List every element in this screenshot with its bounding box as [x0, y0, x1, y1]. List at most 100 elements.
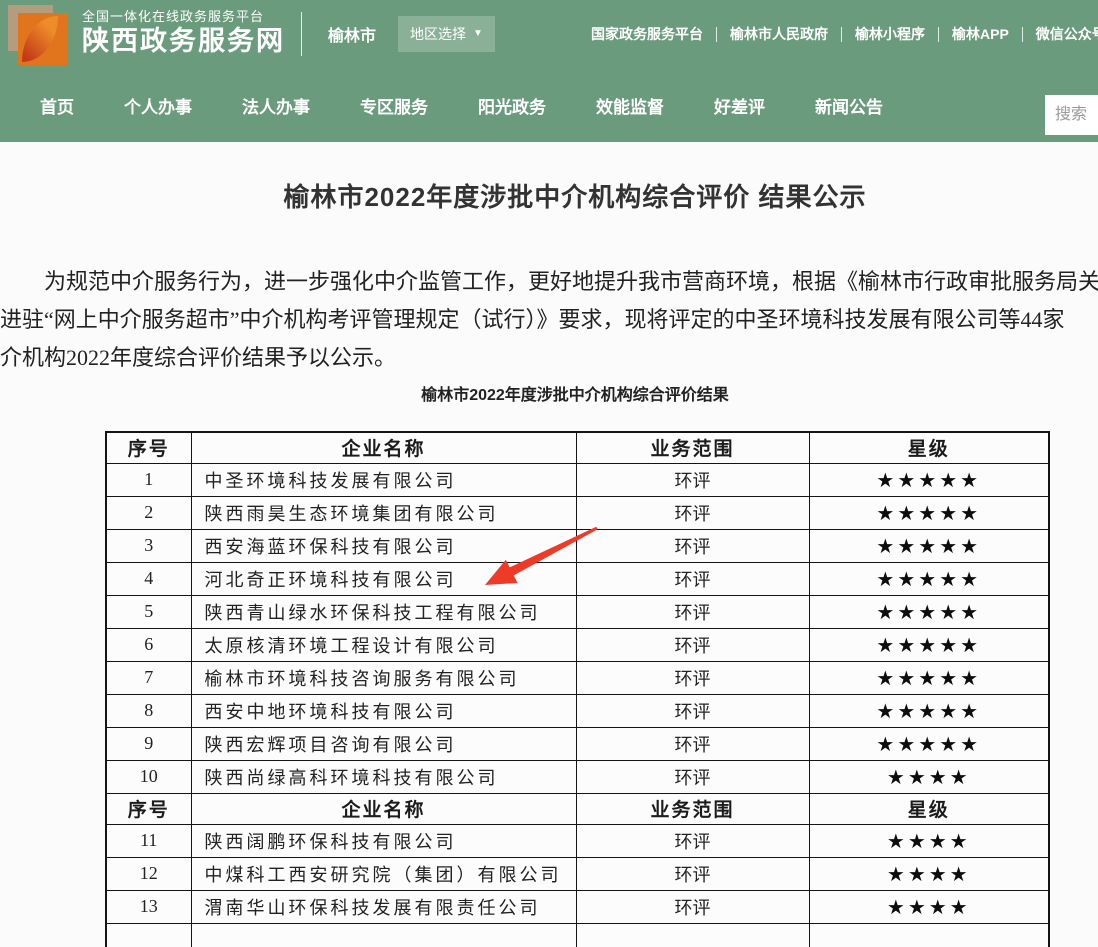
table-row: 10陕西尚绿高科环境科技有限公司环评★★★★ [106, 760, 1049, 793]
star-rating-cell: ★★★★★ [809, 661, 1049, 694]
company-name-cell: 榆林市环境科技咨询服务有限公司 [191, 661, 576, 694]
site-logo-icon [8, 3, 68, 65]
star-rating-cell: ★★★★★ [809, 727, 1049, 760]
star-rating-cell: ★★★★★ [809, 595, 1049, 628]
nav-item-好差评[interactable]: 好差评 [714, 93, 765, 118]
nav-item-阳光政务[interactable]: 阳光政务 [478, 93, 546, 118]
company-name-cell: 陕西宏辉项目咨询有限公司 [191, 727, 576, 760]
business-scope-cell: 环评 [576, 760, 809, 793]
table-header-row: 序号企业名称业务范围星级 [106, 793, 1049, 824]
row-number-cell: 11 [106, 824, 191, 857]
region-select-button[interactable]: 地区选择 ▼ [398, 16, 495, 52]
table-row: 3西安海蓝环保科技有限公司环评★★★★★ [106, 529, 1049, 562]
business-scope-cell: 环评 [576, 463, 809, 496]
announcement-paragraph: 为规范中介服务行为，进一步强化中介监管工作，更好地提升我市营商环境，根据《榆林市… [0, 263, 1098, 377]
row-number-cell: 2 [106, 496, 191, 529]
table-row: 6太原核清环境工程设计有限公司环评★★★★★ [106, 628, 1049, 661]
row-number-cell: 9 [106, 727, 191, 760]
evaluation-results-table: 序号企业名称业务范围星级1中圣环境科技发展有限公司环评★★★★★2陕西雨昊生态环… [105, 431, 1050, 947]
region-select-label: 地区选择 [410, 24, 466, 44]
page-title: 榆林市2022年度涉批中介机构综合评价 结果公示 [0, 183, 1098, 212]
browser-viewport: 全国一体化在线政务服务平台 陕西政务服务网 榆林市 地区选择 ▼ 国家政务服务平… [0, 0, 1098, 947]
brand-divider [301, 12, 302, 56]
column-header: 星级 [809, 793, 1049, 824]
paragraph-line: 为规范中介服务行为，进一步强化中介监管工作，更好地提升我市营商环境，根据《榆林市… [0, 263, 1098, 301]
column-header: 序号 [106, 793, 191, 824]
search-input[interactable] [1045, 95, 1098, 135]
star-rating-cell: ★★★★★ [809, 529, 1049, 562]
header-quick-links: 国家政务服务平台榆林市人民政府榆林小程序榆林APP微信公众号注册 [578, 0, 1098, 68]
table-row: 11陕西阔鹏环保科技有限公司环评★★★★ [106, 824, 1049, 857]
business-scope-cell: 环评 [576, 694, 809, 727]
business-scope-cell: 环评 [576, 562, 809, 595]
business-scope-cell: 环评 [576, 857, 809, 890]
column-header: 企业名称 [191, 793, 576, 824]
nav-item-效能监督[interactable]: 效能监督 [596, 93, 664, 118]
star-rating-cell: ★★★★ [809, 857, 1049, 890]
business-scope-cell: 环评 [576, 595, 809, 628]
company-name-cell: 河北奇正环境科技有限公司 [191, 562, 576, 595]
star-rating-cell: ★★★★ [809, 760, 1049, 793]
business-scope-cell: 环评 [576, 529, 809, 562]
chevron-down-icon: ▼ [473, 29, 483, 39]
empty-cell [809, 923, 1049, 947]
table-row: 4河北奇正环境科技有限公司环评★★★★★ [106, 562, 1049, 595]
column-header: 业务范围 [576, 793, 809, 824]
row-number-cell: 3 [106, 529, 191, 562]
header-link[interactable]: 榆林小程序 [842, 24, 938, 44]
row-number-cell: 8 [106, 694, 191, 727]
table-row: 13渭南华山环保科技发展有限责任公司环评★★★★ [106, 890, 1049, 923]
table-header-row: 序号企业名称业务范围星级 [106, 432, 1049, 463]
row-number-cell: 6 [106, 628, 191, 661]
row-number-cell: 12 [106, 857, 191, 890]
nav-item-专区服务[interactable]: 专区服务 [360, 93, 428, 118]
empty-cell [576, 923, 809, 947]
business-scope-cell: 环评 [576, 661, 809, 694]
company-name-cell: 陕西雨昊生态环境集团有限公司 [191, 496, 576, 529]
empty-cell [191, 923, 576, 947]
business-scope-cell: 环评 [576, 824, 809, 857]
star-rating-cell: ★★★★★ [809, 562, 1049, 595]
business-scope-cell: 环评 [576, 496, 809, 529]
site-name: 陕西政务服务网 [82, 25, 285, 59]
star-rating-cell: ★★★★★ [809, 463, 1049, 496]
row-number-cell: 5 [106, 595, 191, 628]
row-number-cell: 1 [106, 463, 191, 496]
site-header: 全国一体化在线政务服务平台 陕西政务服务网 榆林市 地区选择 ▼ 国家政务服务平… [0, 0, 1098, 142]
nav-item-新闻公告[interactable]: 新闻公告 [815, 93, 883, 118]
clipped-table-row [106, 923, 1049, 947]
company-name-cell: 中煤科工西安研究院（集团）有限公司 [191, 857, 576, 890]
table-row: 1中圣环境科技发展有限公司环评★★★★★ [106, 463, 1049, 496]
company-name-cell: 陕西尚绿高科环境科技有限公司 [191, 760, 576, 793]
company-name-cell: 太原核清环境工程设计有限公司 [191, 628, 576, 661]
company-name-cell: 西安中地环境科技有限公司 [191, 694, 576, 727]
current-city-label: 榆林市 [328, 22, 376, 46]
company-name-cell: 陕西阔鹏环保科技有限公司 [191, 824, 576, 857]
table-caption: 榆林市2022年度涉批中介机构综合评价结果 [0, 386, 1098, 406]
announcement-document: 榆林市2022年度涉批中介机构综合评价 结果公示 为规范中介服务行为，进一步强化… [0, 142, 1098, 947]
company-name-cell: 陕西青山绿水环保科技工程有限公司 [191, 595, 576, 628]
header-link[interactable]: 微信公众号 [1023, 24, 1098, 44]
main-navigation: 首页 个人办事 法人办事 专区服务 阳光政务 效能监督 好差评 新闻公告 [0, 68, 1098, 142]
empty-cell [106, 923, 191, 947]
table-row: 8西安中地环境科技有限公司环评★★★★★ [106, 694, 1049, 727]
header-link[interactable]: 国家政务服务平台 [578, 24, 716, 44]
row-number-cell: 10 [106, 760, 191, 793]
table-row: 9陕西宏辉项目咨询有限公司环评★★★★★ [106, 727, 1049, 760]
business-scope-cell: 环评 [576, 727, 809, 760]
star-rating-cell: ★★★★★ [809, 628, 1049, 661]
column-header: 序号 [106, 432, 191, 463]
page: 全国一体化在线政务服务平台 陕西政务服务网 榆林市 地区选择 ▼ 国家政务服务平… [0, 0, 1098, 947]
search-box [1045, 95, 1098, 135]
brand-text: 全国一体化在线政务服务平台 陕西政务服务网 [82, 9, 285, 59]
row-number-cell: 7 [106, 661, 191, 694]
row-number-cell: 13 [106, 890, 191, 923]
nav-item-个人办事[interactable]: 个人办事 [124, 93, 192, 118]
nav-item-法人办事[interactable]: 法人办事 [242, 93, 310, 118]
nav-item-首页[interactable]: 首页 [40, 93, 74, 118]
star-rating-cell: ★★★★★ [809, 694, 1049, 727]
company-name-cell: 中圣环境科技发展有限公司 [191, 463, 576, 496]
header-link[interactable]: 榆林APP [939, 24, 1022, 44]
star-rating-cell: ★★★★ [809, 824, 1049, 857]
header-link[interactable]: 榆林市人民政府 [717, 24, 841, 44]
